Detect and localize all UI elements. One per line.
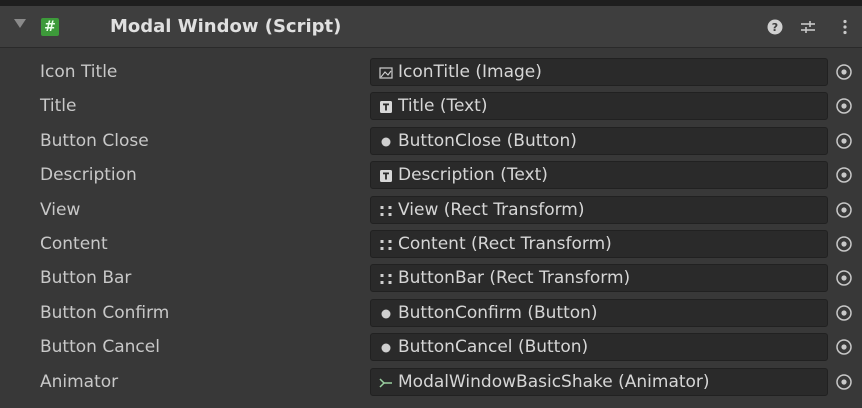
field-label: Button Close — [40, 130, 149, 151]
rect-transform-icon — [380, 239, 392, 250]
object-field-value: Title (Text) — [398, 96, 488, 117]
object-field[interactable]: ButtonConfirm (Button) — [370, 298, 828, 327]
field-label: Button Cancel — [40, 337, 160, 358]
button-icon — [381, 309, 391, 319]
button-icon — [381, 137, 391, 147]
field-label: Button Confirm — [40, 302, 170, 323]
object-field[interactable]: Title (Text) — [370, 92, 828, 121]
field-label: Content — [40, 233, 108, 254]
field-row-animator: Animator ModalWindowBasicShake (Animator… — [0, 366, 862, 400]
object-field[interactable]: ButtonCancel (Button) — [370, 333, 828, 362]
rect-transform-icon — [380, 274, 392, 285]
field-label: Button Bar — [40, 268, 132, 289]
object-field-value: ButtonConfirm (Button) — [398, 302, 598, 323]
object-picker-icon[interactable] — [834, 303, 854, 323]
help-icon[interactable]: ? — [766, 18, 784, 36]
field-label: Description — [40, 165, 137, 186]
field-row-button-confirm: Button Confirm ButtonConfirm (Button) — [0, 297, 862, 331]
image-icon — [379, 67, 393, 79]
object-picker-icon[interactable] — [834, 131, 854, 151]
field-row-description: Description Description (Text) — [0, 159, 862, 193]
field-row-title: Title Title (Text) — [0, 90, 862, 124]
object-field[interactable]: ButtonBar (Rect Transform) — [370, 264, 828, 293]
object-field[interactable]: View (Rect Transform) — [370, 195, 828, 224]
field-row-button-close: Button Close ButtonClose (Button) — [0, 125, 862, 159]
field-list: Icon Title IconTitle (Image) Title Title… — [0, 56, 862, 400]
object-picker-icon[interactable] — [834, 62, 854, 82]
object-picker-icon[interactable] — [834, 200, 854, 220]
field-row-view: View View (Rect Transform) — [0, 194, 862, 228]
component-title: Modal Window (Script) — [110, 16, 342, 37]
script-hash-icon[interactable]: # — [41, 18, 59, 36]
animator-icon — [379, 377, 392, 388]
object-picker-icon[interactable] — [834, 268, 854, 288]
foldout-arrow-icon[interactable] — [14, 19, 26, 28]
object-field[interactable]: ModalWindowBasicShake (Animator) — [370, 367, 828, 396]
kebab-menu-icon[interactable] — [836, 18, 854, 36]
object-field-value: Content (Rect Transform) — [398, 233, 612, 254]
object-field-value: ButtonCancel (Button) — [398, 337, 589, 358]
object-picker-icon[interactable] — [834, 234, 854, 254]
object-field-value: ButtonClose (Button) — [398, 130, 577, 151]
object-field[interactable]: Content (Rect Transform) — [370, 229, 828, 258]
field-row-content: Content Content (Rect Transform) — [0, 228, 862, 262]
object-picker-icon[interactable] — [834, 96, 854, 116]
rect-transform-icon — [380, 205, 392, 216]
object-field[interactable]: IconTitle (Image) — [370, 58, 828, 86]
component-header[interactable]: # Modal Window (Script) ? — [0, 6, 862, 48]
field-label: View — [40, 199, 81, 220]
field-label: Title — [40, 96, 77, 117]
object-field[interactable]: Description (Text) — [370, 161, 828, 190]
object-field-value: ButtonBar (Rect Transform) — [398, 268, 631, 289]
svg-text:?: ? — [772, 21, 778, 34]
object-field[interactable]: ButtonClose (Button) — [370, 126, 828, 155]
button-icon — [381, 343, 391, 353]
object-field-value: View (Rect Transform) — [398, 199, 585, 220]
text-icon — [380, 101, 392, 114]
object-field-value: ModalWindowBasicShake (Animator) — [398, 371, 710, 392]
object-field-value: IconTitle (Image) — [398, 62, 542, 82]
field-label: Animator — [40, 371, 119, 392]
object-picker-icon[interactable] — [834, 372, 854, 392]
object-picker-icon[interactable] — [834, 337, 854, 357]
object-field-value: Description (Text) — [398, 165, 548, 186]
presets-icon[interactable] — [799, 18, 817, 36]
field-row-icon-title: Icon Title IconTitle (Image) — [0, 56, 862, 90]
inspector-panel: # Modal Window (Script) ? Icon Title Ico… — [0, 0, 862, 408]
field-label: Icon Title — [40, 62, 118, 82]
field-row-button-cancel: Button Cancel ButtonCancel (Button) — [0, 331, 862, 365]
field-row-button-bar: Button Bar ButtonBar (Rect Transform) — [0, 262, 862, 296]
text-icon — [380, 170, 392, 183]
object-picker-icon[interactable] — [834, 165, 854, 185]
